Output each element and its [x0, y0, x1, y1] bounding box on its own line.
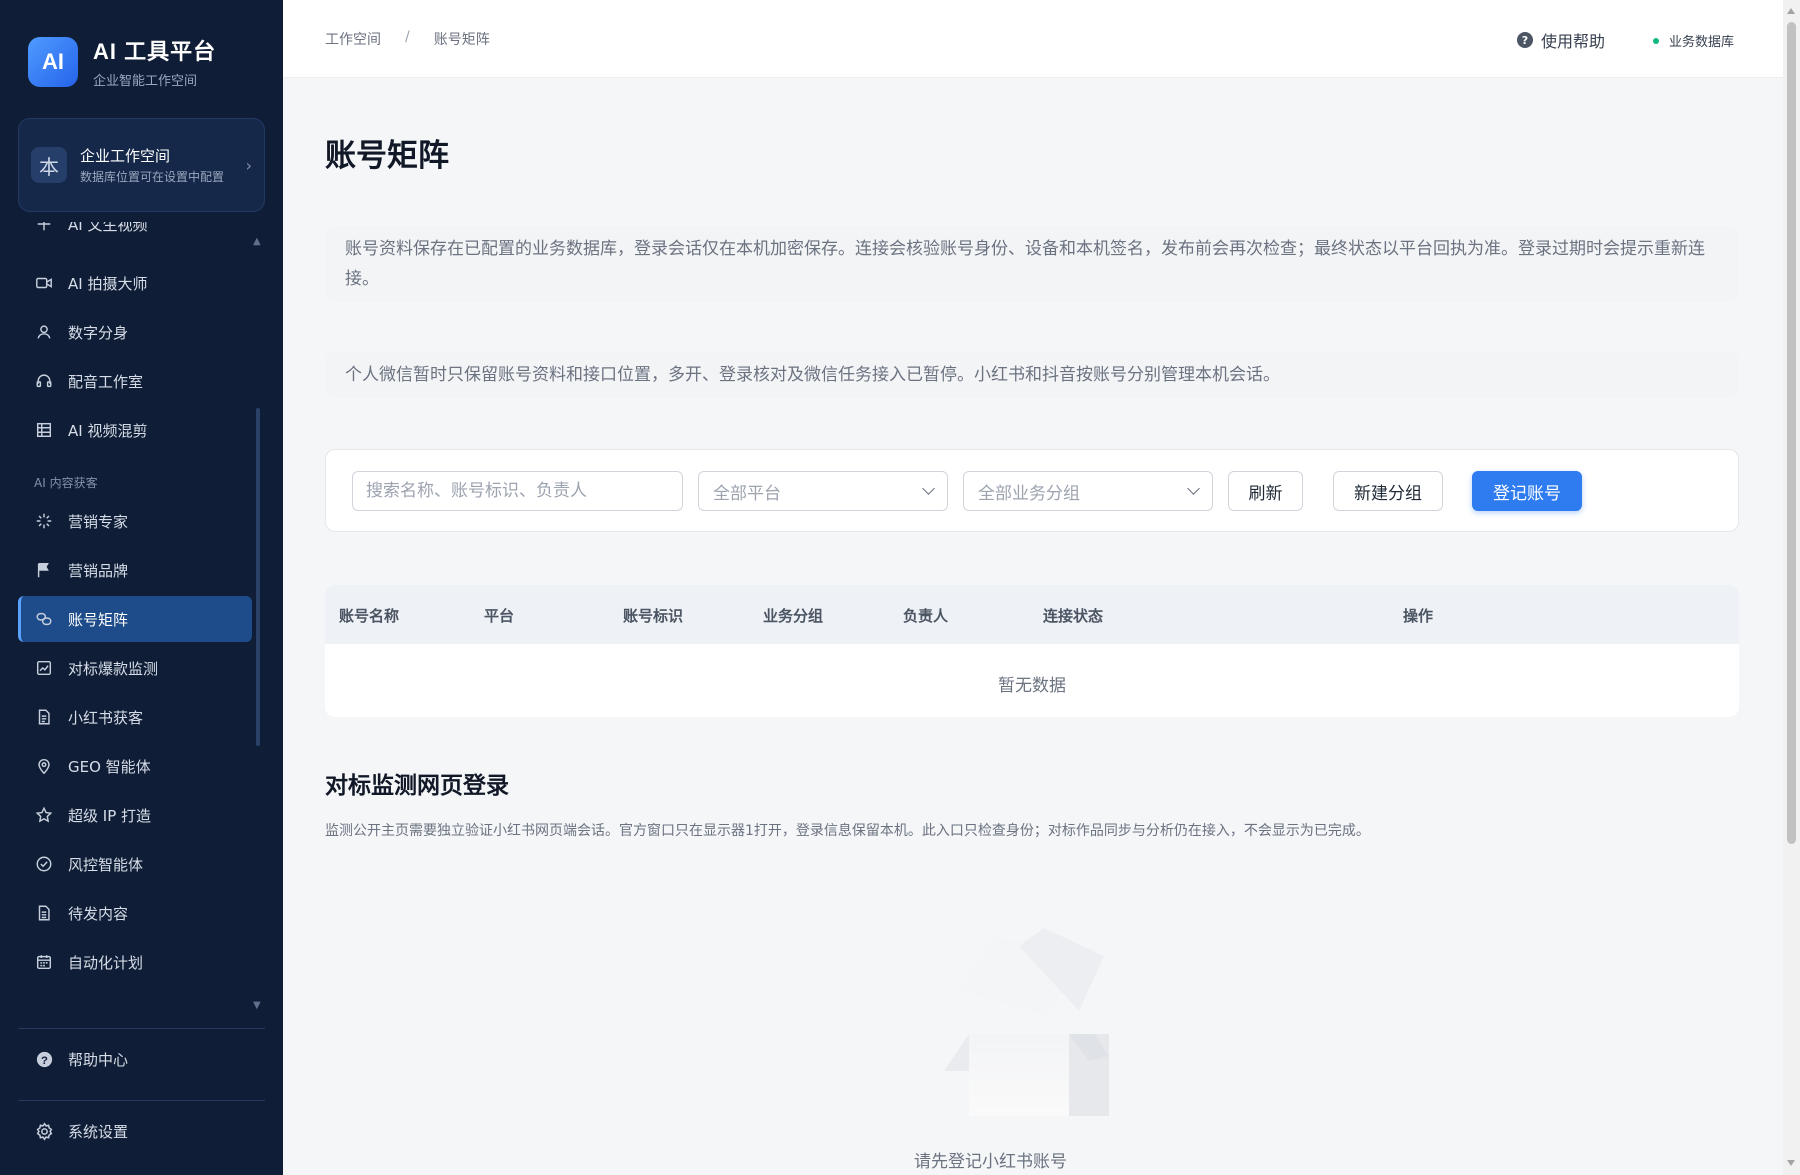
question-icon: ?	[1517, 32, 1533, 48]
refresh-button[interactable]: 刷新	[1228, 471, 1303, 511]
table-empty-text: 暂无数据	[998, 676, 1066, 696]
sidebar-item-geo-agent[interactable]: GEO 智能体	[18, 743, 252, 789]
column-header: 业务分组	[763, 607, 824, 625]
sidebar-item-super-ip[interactable]: 超级 IP 打造	[18, 792, 252, 838]
new-group-button[interactable]: 新建分组	[1333, 471, 1443, 511]
column-header: 账号名称	[339, 607, 400, 625]
help-center-link[interactable]: ? 帮助中心	[34, 1049, 128, 1070]
brand-subtitle: 企业智能工作空间	[93, 74, 198, 89]
file-icon	[34, 903, 54, 923]
sidebar-section-label: AI 内容获客	[34, 476, 98, 490]
chart-icon	[34, 658, 54, 678]
location-icon	[34, 756, 54, 776]
gear-icon	[34, 1122, 54, 1142]
help-circle-icon: ?	[34, 1050, 54, 1070]
page-scrollbar[interactable]	[1783, 0, 1800, 1175]
sidebar-item-video-mix[interactable]: AI 视频混剪	[18, 407, 252, 453]
monitor-section-description: 监测公开主页需要独立验证小红书网页端会话。官方窗口只在显示器1打开，登录信息保留…	[325, 823, 1370, 839]
grid-icon	[34, 420, 54, 440]
column-header: 连接状态	[1043, 607, 1104, 625]
chevron-down-icon	[922, 482, 935, 495]
scroll-up-icon[interactable]: ▲	[253, 236, 261, 247]
sidebar-item-marketing-expert[interactable]: 营销专家	[18, 498, 252, 544]
brand-title: AI 工具平台	[93, 39, 217, 64]
system-settings-link[interactable]: 系统设置	[34, 1121, 128, 1142]
column-header: 负责人	[903, 607, 949, 625]
check-circle-icon	[34, 854, 54, 874]
link-icon	[34, 609, 54, 629]
star-icon	[34, 805, 54, 825]
sidebar-scrollbar[interactable]	[256, 408, 260, 746]
brand-logo: AI	[28, 36, 78, 87]
sidebar-item-automation-plan[interactable]: 自动化计划	[18, 939, 252, 985]
column-header: 账号标识	[623, 607, 684, 625]
sidebar-divider	[18, 1028, 265, 1029]
filter-bar: 全部平台 全部业务分组 刷新 新建分组 登记账号	[325, 449, 1739, 532]
main-content: 账号矩阵 账号资料保存在已配置的业务数据库，登录会话仅在本机加密保存。连接会核验…	[283, 78, 1783, 1175]
page-title: 账号矩阵	[325, 138, 449, 173]
sidebar-item-benchmark-monitor[interactable]: 对标爆款监测	[18, 645, 252, 691]
sidebar-nav: AI 文生视频 AI 拍摄大师 数字分身 配音工作室 AI 视频混剪 AI 内容…	[0, 222, 283, 1012]
sidebar-item-digital-avatar[interactable]: 数字分身	[18, 309, 252, 355]
scroll-up-icon[interactable]	[1787, 8, 1795, 14]
scroll-down-icon[interactable]	[1787, 1160, 1795, 1166]
document-icon	[34, 707, 54, 727]
sidebar-item-dubbing[interactable]: 配音工作室	[18, 358, 252, 404]
sidebar-item-partial[interactable]: AI 文生视频	[18, 222, 252, 247]
workspace-subtitle: 数据库位置可在设置中配置	[80, 170, 225, 184]
empty-box-icon	[944, 928, 1109, 1116]
workspace-avatar: 本	[31, 147, 67, 183]
workspace-title: 企业工作空间	[80, 147, 171, 165]
breadcrumb-separator: /	[405, 29, 410, 45]
group-select[interactable]: 全部业务分组	[963, 471, 1213, 511]
sidebar-item-xiaohongshu[interactable]: 小红书获客	[18, 694, 252, 740]
calendar-icon	[34, 952, 54, 972]
database-status: 业务数据库	[1653, 31, 1734, 50]
flag-icon	[34, 560, 54, 580]
column-header: 平台	[484, 607, 515, 625]
scrollbar-thumb[interactable]	[1787, 22, 1796, 844]
top-bar: 工作空间 / 账号矩阵 ? 使用帮助 业务数据库	[283, 0, 1783, 78]
wechat-notice: 个人微信暂时只保留账号资料和接口位置，多开、登录核对及微信任务接入已暂停。小红书…	[325, 352, 1739, 398]
sidebar-item-ai-shoot[interactable]: AI 拍摄大师	[18, 260, 252, 306]
status-dot-icon	[1653, 37, 1659, 44]
monitor-section-title: 对标监测网页登录	[325, 772, 509, 798]
chevron-down-icon	[1187, 482, 1200, 495]
search-input[interactable]	[352, 471, 683, 511]
scroll-down-icon[interactable]: ▼	[253, 1000, 261, 1011]
account-table: 账号名称 平台 账号标识 业务分组 负责人 连接状态 操作 暂无数据	[325, 585, 1739, 717]
sidebar-item-marketing-brand[interactable]: 营销品牌	[18, 547, 252, 593]
breadcrumb-current: 账号矩阵	[433, 32, 490, 48]
register-account-button[interactable]: 登记账号	[1472, 471, 1582, 511]
user-icon	[34, 322, 54, 342]
brand: AI AI 工具平台 企业智能工作空间	[28, 34, 216, 89]
column-header: 操作	[1403, 607, 1434, 625]
sparkle-icon	[34, 511, 54, 531]
sidebar-item-pending-content[interactable]: 待发内容	[18, 890, 252, 936]
svg-text:?: ?	[41, 1055, 48, 1067]
chevron-right-icon: ›	[245, 155, 252, 175]
video-icon	[34, 222, 54, 234]
storage-notice: 账号资料保存在已配置的业务数据库，登录会话仅在本机加密保存。连接会核验账号身份、…	[325, 226, 1739, 302]
platform-select[interactable]: 全部平台	[698, 471, 948, 511]
video-icon	[34, 273, 54, 293]
usage-help-button[interactable]: ? 使用帮助	[1517, 28, 1605, 52]
table-header: 账号名称 平台 账号标识 业务分组 负责人 连接状态 操作	[325, 585, 1739, 644]
workspace-switcher[interactable]: 本 企业工作空间 数据库位置可在设置中配置 ›	[18, 118, 265, 212]
breadcrumb-workspace[interactable]: 工作空间	[325, 29, 381, 49]
headphones-icon	[34, 371, 54, 391]
sidebar: AI AI 工具平台 企业智能工作空间 本 企业工作空间 数据库位置可在设置中配…	[0, 0, 283, 1175]
breadcrumb: 工作空间 / 账号矩阵	[325, 29, 490, 49]
sidebar-item-risk-agent[interactable]: 风控智能体	[18, 841, 252, 887]
sidebar-item-account-matrix[interactable]: 账号矩阵	[18, 596, 252, 642]
monitor-empty-text: 请先登记小红书账号	[914, 1152, 1067, 1172]
sidebar-divider	[18, 1100, 265, 1101]
